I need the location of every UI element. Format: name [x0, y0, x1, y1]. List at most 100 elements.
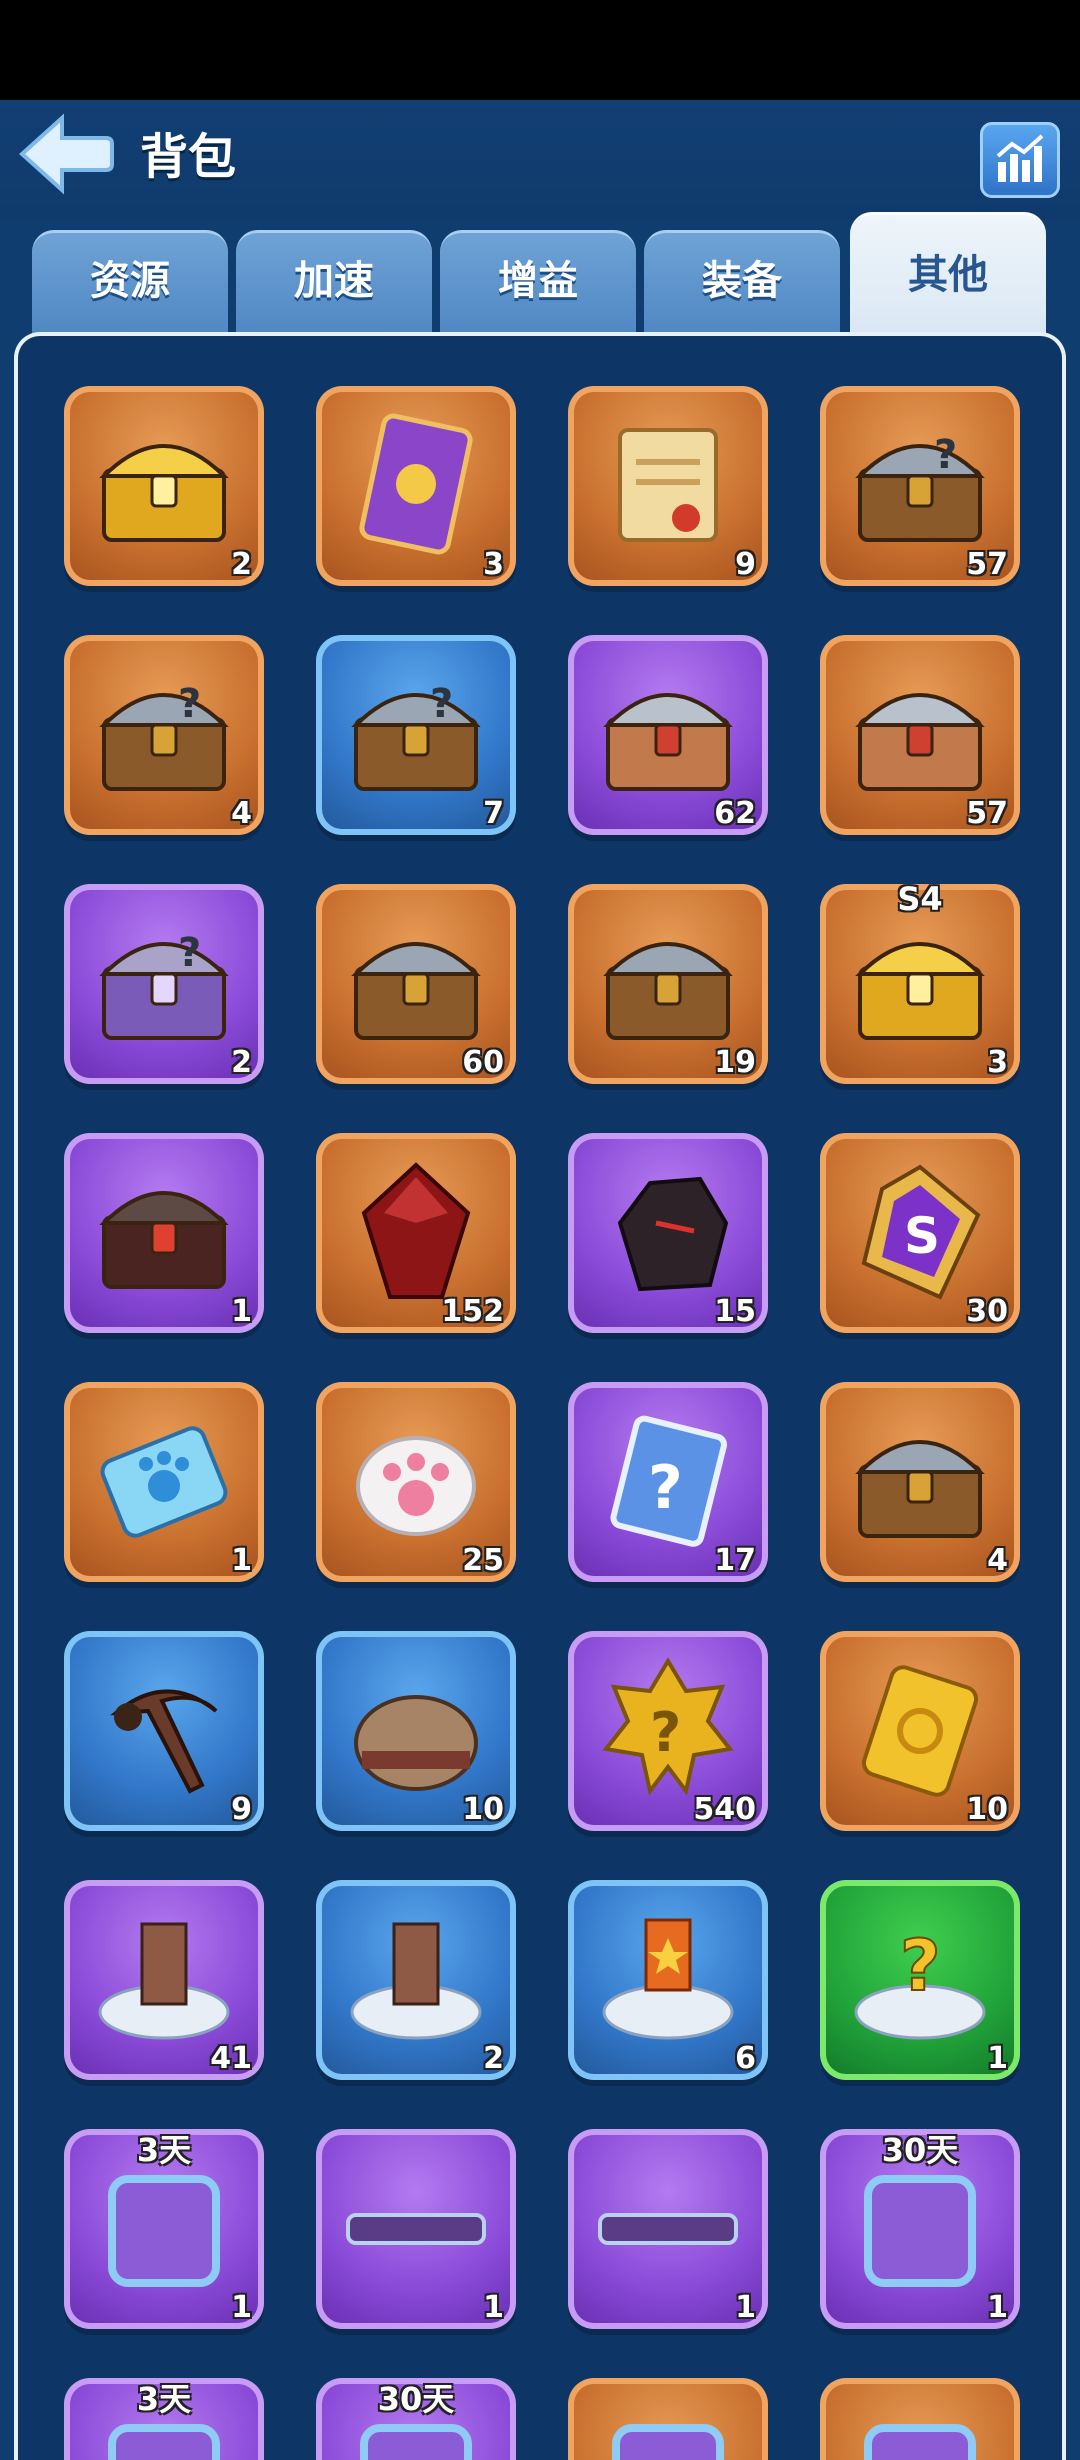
item-count: 9 [231, 1792, 252, 1827]
inventory-item[interactable]: ? 57 [820, 386, 1020, 586]
paw-badge-icon [356, 1436, 476, 1536]
svg-text:?: ? [650, 1701, 681, 1764]
inventory-item[interactable]: ? 540 [568, 1631, 768, 1831]
svg-text:?: ? [900, 1925, 941, 2007]
inventory-item[interactable]: 3 [316, 386, 516, 586]
inventory-item[interactable]: 2 [316, 1880, 516, 2080]
season-treasure-icon [855, 942, 985, 1040]
inventory-item[interactable]: 41 [64, 1880, 264, 2080]
purple-rune-icon: S [861, 1164, 981, 1300]
inventory-item[interactable]: 6 [568, 1880, 768, 2080]
item-tag: 30天 [881, 2131, 959, 2169]
inventory-item[interactable]: 60 [316, 884, 516, 1084]
svg-text:?: ? [430, 681, 453, 727]
inventory-item[interactable]: 9 [568, 386, 768, 586]
inventory-item[interactable]: 3天 [64, 2378, 264, 2460]
inventory-item[interactable]: 4 [820, 1382, 1020, 1582]
item-count: 4 [987, 1543, 1008, 1578]
inventory-item[interactable]: 57 [820, 635, 1020, 835]
avatar-frame-icon [108, 2175, 220, 2287]
helmet-chest-icon [603, 942, 733, 1040]
crest-chest-icon [855, 693, 985, 791]
avatar-frame-icon [612, 2424, 724, 2460]
inventory-item[interactable]: ? 17 [568, 1382, 768, 1582]
bronze-chest-icon [351, 942, 481, 1040]
stats-button[interactable] [980, 122, 1060, 198]
tab-resources[interactable]: 资源 [32, 230, 228, 340]
inventory-item[interactable]: 62 [568, 635, 768, 835]
banner-platform-icon [602, 1918, 734, 2040]
item-count: 19 [714, 1045, 756, 1080]
back-button[interactable] [14, 112, 114, 196]
item-count: 60 [462, 1045, 504, 1080]
inventory-item[interactable]: 1 [316, 2129, 516, 2329]
tab-other[interactable]: 其他 [850, 212, 1046, 340]
item-count: 9 [735, 547, 756, 582]
chart-icon [996, 134, 1044, 182]
building-skin-icon [350, 1922, 482, 2040]
name-plate-icon [598, 2213, 738, 2245]
item-count: 41 [210, 2041, 252, 2076]
inventory-item[interactable]: 10 [316, 1631, 516, 1831]
item-tag: 3天 [136, 2380, 192, 2418]
item-count: 2 [231, 1045, 252, 1080]
inventory-item[interactable]: 15 [568, 1133, 768, 1333]
inventory-item[interactable]: 3天 1 [64, 2129, 264, 2329]
item-count: 1 [735, 2290, 756, 2325]
inventory-item[interactable]: 2 [64, 386, 264, 586]
mystery-medal-icon: ? [602, 1657, 734, 1796]
tab-bar: 资源 加速 增益 装备 其他 [32, 212, 1052, 340]
item-count: 6 [735, 2041, 756, 2076]
tool-crate-icon [855, 1440, 985, 1538]
item-count: 1 [987, 2041, 1008, 2076]
avatar-frame-icon [864, 2175, 976, 2287]
inventory-item[interactable]: 1 [64, 1382, 264, 1582]
inventory-item[interactable]: ? 7 [316, 635, 516, 835]
purple-mystery-chest-icon: ? [99, 930, 229, 1040]
tab-speedups[interactable]: 加速 [236, 230, 432, 340]
back-arrow-icon [19, 113, 114, 195]
item-count: 540 [693, 1792, 756, 1827]
inventory-item[interactable]: 1 [568, 2129, 768, 2329]
inventory-item[interactable] [820, 2378, 1020, 2460]
item-count: 57 [966, 796, 1008, 831]
tab-boosts[interactable]: 增益 [440, 230, 636, 340]
golden-treasure-chest-icon [99, 444, 229, 542]
inventory-item[interactable]: 25 [316, 1382, 516, 1582]
inventory-item[interactable]: 30天 1 [820, 2129, 1020, 2329]
item-count: 3 [987, 1045, 1008, 1080]
svg-text:?: ? [178, 930, 201, 976]
wooden-mystery-chest-icon: ? [351, 681, 481, 791]
item-count: 62 [714, 796, 756, 831]
inventory-item[interactable] [568, 2378, 768, 2460]
dark-hero-chest-icon [99, 1191, 229, 1289]
inventory-item[interactable]: 19 [568, 884, 768, 1084]
mystery-platform-icon: ? [854, 1924, 986, 2040]
inventory-item[interactable]: S4 3 [820, 880, 1020, 1084]
item-count: 30 [966, 1294, 1008, 1329]
tab-equipment[interactable]: 装备 [644, 230, 840, 340]
inventory-item[interactable]: ? 1 [820, 1880, 1020, 2080]
page-title: 背包 [140, 129, 237, 185]
item-count: 152 [441, 1294, 504, 1329]
inventory-item[interactable]: S 30 [820, 1133, 1020, 1333]
inventory-item[interactable]: 10 [820, 1631, 1020, 1831]
item-count: 10 [462, 1792, 504, 1827]
inventory-item[interactable]: 9 [64, 1631, 264, 1831]
item-tag: S4 [897, 880, 943, 918]
item-count: 1 [987, 2290, 1008, 2325]
dark-ore-icon [617, 1176, 729, 1292]
item-count: 1 [231, 1294, 252, 1329]
item-count: 2 [231, 547, 252, 582]
inventory-item[interactable]: 1 [64, 1133, 264, 1333]
svg-text:S: S [904, 1207, 940, 1265]
inventory-item[interactable]: 152 [316, 1133, 516, 1333]
item-count: 17 [714, 1543, 756, 1578]
svg-text:?: ? [934, 432, 957, 478]
item-count: 3 [483, 547, 504, 582]
item-count: 4 [231, 796, 252, 831]
inventory-item[interactable]: 30天 [316, 2378, 516, 2460]
inventory-item[interactable]: ? 2 [64, 884, 264, 1084]
scroll-icon [618, 428, 718, 542]
inventory-item[interactable]: ? 4 [64, 635, 264, 835]
